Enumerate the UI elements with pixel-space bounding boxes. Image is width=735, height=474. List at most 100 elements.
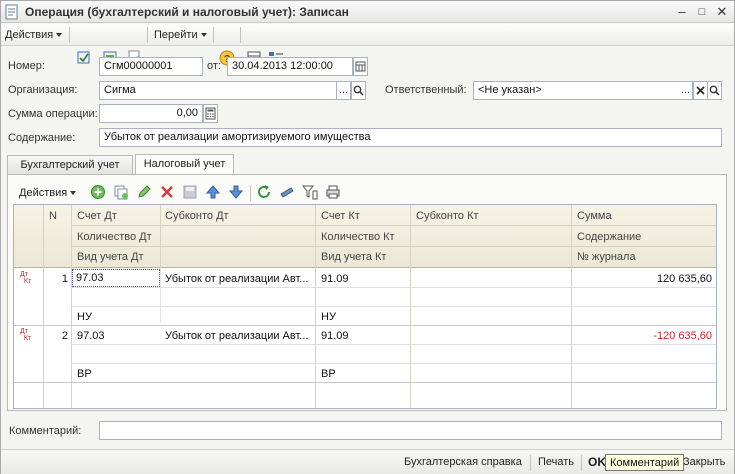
grid-actions-menu[interactable]: Действия [19,185,77,201]
number-label: Номер: [8,60,45,72]
row-divider [71,363,716,364]
toolbar-separator [250,185,251,201]
content-label: Содержание: [8,132,76,144]
row-divider [71,287,716,288]
document-icon [5,4,18,20]
pencil-icon[interactable] [279,184,295,200]
col-n[interactable]: N [49,210,57,222]
toolbar-separator [69,27,70,43]
window-title: Операция (бухгалтерский и налоговый учет… [25,5,349,19]
calendar-icon[interactable] [353,57,368,76]
amount-cell[interactable]: 120 635,60 [574,273,712,285]
save-icon[interactable] [182,184,198,200]
col-debit-type[interactable]: Вид учета Дт [77,251,144,263]
toolbar-separator [147,27,148,43]
content-field[interactable]: Убыток от реализации амортизируемого иму… [99,128,722,147]
column-divider [160,205,161,268]
organization-label: Организация: [8,84,78,96]
column-divider [410,205,411,408]
column-divider [571,205,572,408]
refresh-icon[interactable] [256,184,272,200]
main-toolbar: Действия Перейти ? [1,24,734,66]
tab-accounting[interactable]: Бухгалтерский учет [7,155,133,174]
col-debit-subconto[interactable]: Субконто Дт [165,210,229,222]
goto-menu[interactable]: Перейти [154,27,207,43]
organization-open-icon[interactable] [351,81,366,100]
post-and-close-icon[interactable] [76,50,92,66]
toolbar-separator [530,455,531,471]
edit-icon[interactable] [136,184,152,200]
responsible-select-button[interactable]: ... [679,81,693,100]
col-credit-type[interactable]: Вид учета Кт [321,251,386,263]
date-field[interactable]: 30.04.2013 12:00:00 [227,57,353,76]
col-content[interactable]: Содержание [577,231,641,243]
organization-field[interactable]: Сигма [99,81,337,100]
col-credit-subconto[interactable]: Субконто Кт [416,210,479,222]
delete-icon[interactable] [159,184,175,200]
debit-subconto-cell[interactable]: Убыток от реализации Авт... [165,330,313,342]
comment-label: Комментарий: [9,425,82,437]
row-divider [14,325,716,326]
column-divider [43,205,44,408]
table-header: N Счет Дт Субконто Дт Счет Кт Субконто К… [14,205,716,268]
amount-cell[interactable]: -120 635,60 [574,330,712,342]
entries-table: N Счет Дт Субконто Дт Счет Кт Субконто К… [13,204,717,409]
tab-tax[interactable]: Налоговый учет [135,154,234,174]
title-bar: Операция (бухгалтерский и налоговый учет… [1,1,734,23]
ok-button[interactable]: OK [588,455,606,469]
accounting-report-button[interactable]: Бухгалтерская справка [404,456,522,468]
column-divider [71,205,72,408]
col-journal-no[interactable]: № журнала [577,251,636,263]
document-window: Операция (бухгалтерский и налоговый учет… [0,0,735,474]
toolbar-separator [213,27,214,43]
dt-kt-icon: Дт Кт [20,328,32,342]
debit-account-cell[interactable]: 97.03 [77,330,105,342]
credit-account-cell[interactable]: 91.09 [321,273,349,285]
toolbar-separator [240,27,241,43]
close-button[interactable]: Закрыть [683,456,725,468]
row-number: 1 [61,273,68,285]
debit-type-cell[interactable]: НУ [77,311,92,323]
credit-account-cell[interactable]: 91.09 [321,330,349,342]
debit-type-cell[interactable]: ВР [77,368,92,380]
col-credit-account[interactable]: Счет Кт [321,210,360,222]
responsible-open-icon[interactable] [707,81,722,100]
row-number: 2 [61,330,68,342]
row-divider [71,306,716,307]
col-debit-qty[interactable]: Количество Дт [77,231,152,243]
copy-icon[interactable] [113,184,129,200]
calculator-icon[interactable] [203,104,218,123]
print-icon[interactable] [325,184,341,200]
dt-kt-icon: Дт Кт [20,271,32,285]
row-divider [71,344,716,345]
close-icon[interactable]: ✕ [714,4,730,20]
toolbar-separator [581,455,582,471]
number-field[interactable]: Сгм00000001 [99,57,203,76]
col-debit-account[interactable]: Счет Дт [77,210,117,222]
print-button[interactable]: Печать [538,456,574,468]
actions-menu[interactable]: Действия [5,27,63,43]
header-divider [71,225,716,226]
debit-subconto-cell[interactable]: Убыток от реализации Авт... [165,273,313,285]
credit-type-cell[interactable]: НУ [321,311,336,323]
column-divider [315,205,316,408]
row-divider [14,382,716,383]
col-amount[interactable]: Сумма [577,210,612,222]
debit-account-cell[interactable]: 97.03 [72,269,160,287]
amount-label: Сумма операции: [8,108,98,120]
amount-field[interactable]: 0,00 [99,104,203,123]
header-divider [71,246,716,247]
responsible-field[interactable]: <Не указан> [473,81,693,100]
minimize-icon[interactable]: – [674,4,690,20]
move-down-icon[interactable] [228,184,244,200]
organization-select-button[interactable]: ... [337,81,351,100]
move-up-icon[interactable] [205,184,221,200]
clear-icon[interactable] [693,81,708,100]
credit-type-cell[interactable]: ВР [321,368,336,380]
maximize-icon[interactable]: □ [694,4,710,20]
comment-field[interactable] [99,421,722,440]
add-icon[interactable] [90,184,106,200]
comment-tooltip: Комментарий [605,454,685,471]
filter-icon[interactable] [302,184,318,200]
col-credit-qty[interactable]: Количество Кт [321,231,395,243]
